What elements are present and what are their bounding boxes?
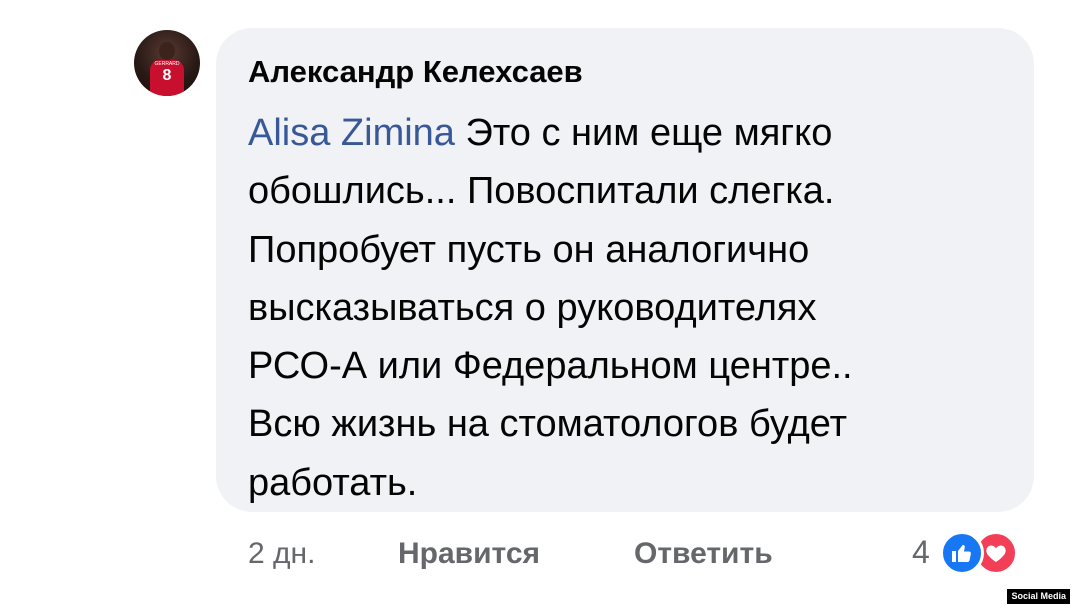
comment-line-1: Это с ним еще мягко xyxy=(454,112,833,154)
reaction-count: 4 xyxy=(912,534,930,570)
comment-line-2: обошлись... Повоспитали слегка. xyxy=(248,170,835,213)
avatar-head xyxy=(159,42,175,60)
watermark-label: Social Media xyxy=(1007,589,1070,604)
author-avatar[interactable]: GERRARD 8 xyxy=(134,30,200,96)
comment-line-3: Попробует пусть он аналогично xyxy=(248,228,810,271)
like-icon xyxy=(940,531,984,575)
comment-body: Alisa Zimina Это с ним еще мягко обошлис… xyxy=(248,104,1018,512)
comment-author-name[interactable]: Александр Келехсаев xyxy=(248,52,583,92)
comment-timestamp[interactable]: 2 дн. xyxy=(248,532,315,576)
avatar-jersey-number: 8 xyxy=(162,67,172,84)
like-button[interactable]: Нравится xyxy=(398,532,540,576)
comment-line-6: Всю жизнь на стоматологов будет xyxy=(248,403,848,446)
mention-link[interactable]: Alisa Zimina xyxy=(248,112,455,154)
reply-button[interactable]: Ответить xyxy=(634,532,773,576)
comment-line-5: РСО-А или Федеральном центре.. xyxy=(248,345,853,388)
comment-line-7: работать. xyxy=(248,461,418,504)
comment-line-4: высказываться о руководителях xyxy=(248,286,817,329)
